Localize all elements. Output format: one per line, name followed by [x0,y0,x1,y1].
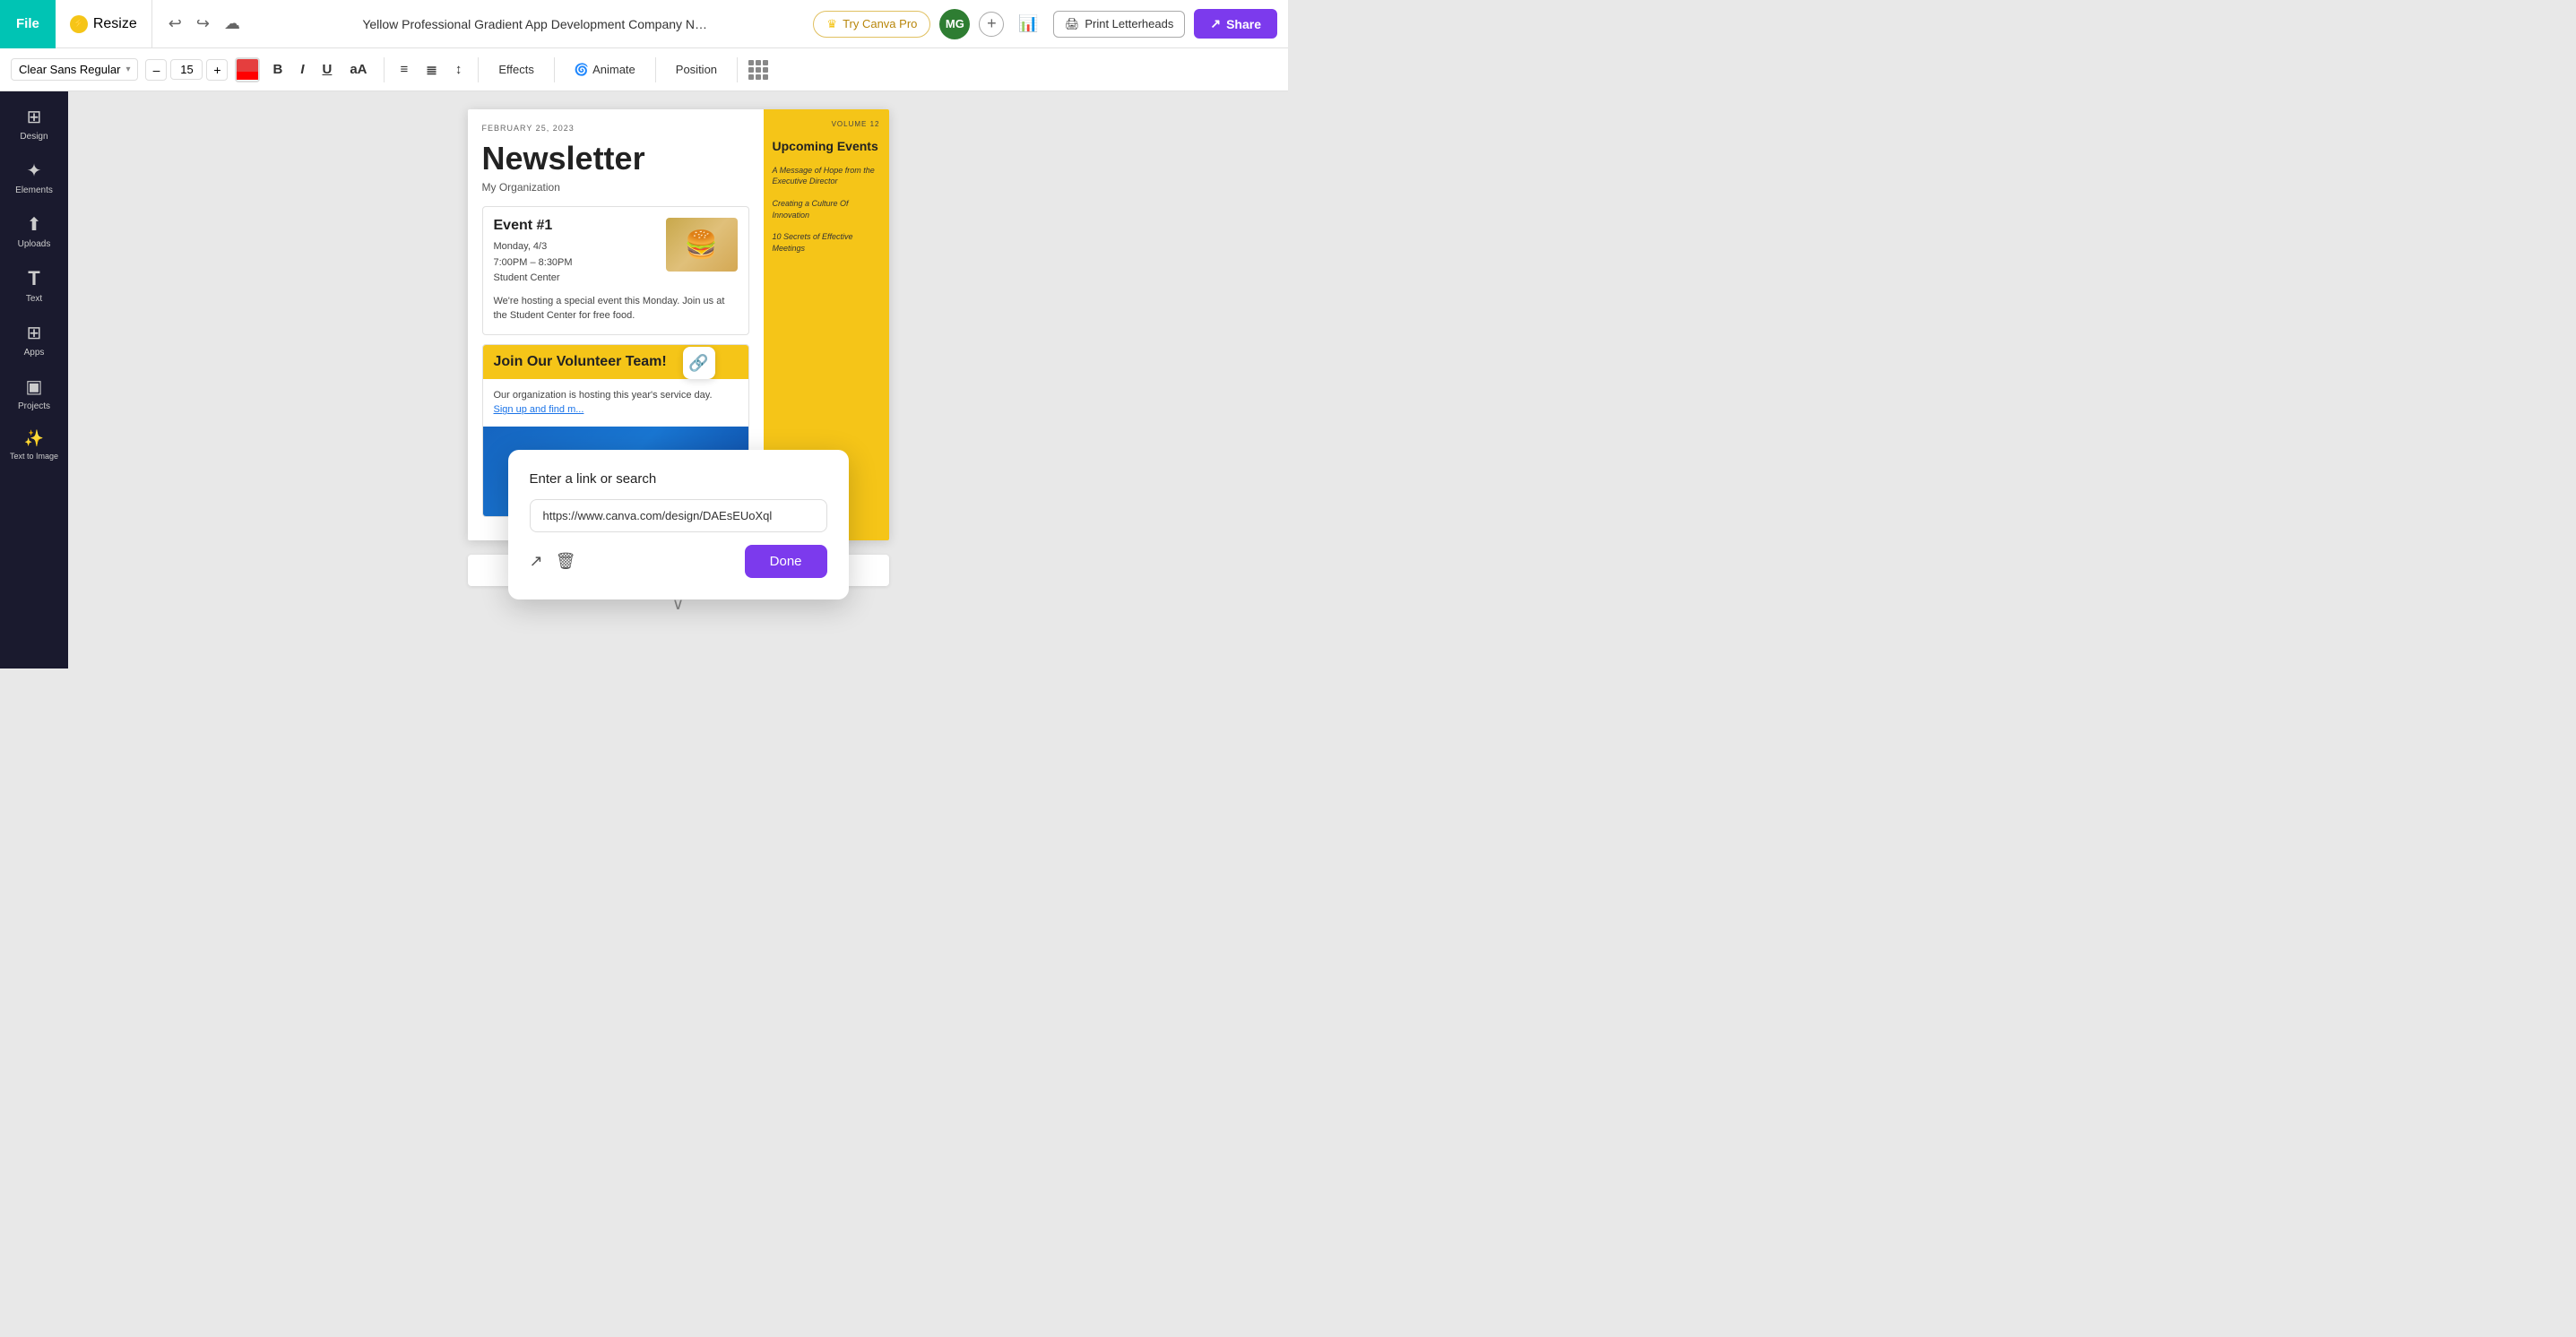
chevron-down-icon: ▾ [125,65,130,74]
projects-icon: ▣ [26,375,43,398]
line-height-button[interactable]: ↕ [450,58,468,81]
crown-icon: ♛ [826,17,837,31]
link-popup-title: Enter a link or search [530,471,827,487]
event-1-info: Event #1 Monday, 4/3 7:00PM – 8:30PM Stu… [494,218,573,287]
separator-3 [554,57,555,82]
analytics-button[interactable]: 📊 [1013,9,1043,39]
align-center-button[interactable]: ≣ [420,58,443,82]
formatting-toolbar: Clear Sans Regular ▾ – + B I U aA ≡ ≣ ↕ … [0,48,1288,91]
underline-button[interactable]: U [317,58,338,81]
text-icon: T [28,267,39,290]
newsletter-wrapper: 🔗 FEBRUARY 25, 2023 Newsletter My Organi… [468,109,889,540]
sidebar-item-text-to-image[interactable]: ✨ Text to Image [4,422,65,468]
sidebar-item-text[interactable]: T Text [4,260,65,311]
undo-redo-actions: ↩ ↪ ☁ [152,9,256,39]
canvas-area[interactable]: 🔗 FEBRUARY 25, 2023 Newsletter My Organi… [68,91,1288,668]
italic-button[interactable]: I [295,58,309,81]
decrease-font-size-button[interactable]: – [145,59,167,81]
redo-button[interactable]: ↪ [191,9,215,39]
separator-2 [478,57,479,82]
volunteer-link[interactable]: Sign up and find m... [494,404,584,415]
resize-label: Resize [93,16,137,32]
event-1-location: Student Center [494,271,573,287]
text-size-button[interactable]: aA [344,58,372,81]
volunteer-text: Our organization is hosting this year's … [494,390,713,401]
increase-font-size-button[interactable]: + [206,59,228,81]
try-pro-button[interactable]: ♛ Try Canva Pro [813,11,930,38]
color-swatch-underline [237,72,258,81]
newsletter-title[interactable]: Newsletter [482,140,749,177]
separator-4 [655,57,656,82]
add-account-button[interactable]: + [979,12,1004,37]
sidebar-item-design[interactable]: ⊞ Design [4,99,65,149]
resize-icon: ⚡ [70,15,88,33]
sidebar-item-elements[interactable]: ✦ Elements [4,152,65,203]
share-icon: ↗ [1210,16,1221,31]
text-to-image-icon: ✨ [24,429,44,448]
avatar[interactable]: MG [939,9,970,39]
animate-icon: 🌀 [575,63,589,77]
done-button[interactable]: Done [745,545,827,578]
newsletter-org: My Organization [482,181,749,194]
sidebar-article-1: A Message of Hope from the Executive Dir… [773,165,880,187]
sidebar-item-apps[interactable]: ⊞ Apps [4,315,65,365]
open-link-button[interactable]: ↗ [530,552,543,571]
sidebar-item-uploads[interactable]: ⬆ Uploads [4,206,65,256]
color-swatch-fill [237,59,258,72]
position-button[interactable]: Position [667,59,726,80]
effects-button[interactable]: Effects [489,59,543,80]
event-1-box: Event #1 Monday, 4/3 7:00PM – 8:30PM Stu… [482,206,749,335]
font-family-select[interactable]: Clear Sans Regular ▾ [11,58,138,81]
text-color-swatch[interactable] [235,57,260,82]
font-size-input[interactable] [170,59,203,80]
newsletter-date: FEBRUARY 25, 2023 [482,124,749,133]
event-1-time: 7:00PM – 8:30PM [494,255,573,272]
event-1-header: Event #1 Monday, 4/3 7:00PM – 8:30PM Stu… [494,218,738,287]
event-1-title: Event #1 [494,218,573,234]
sidebar-article-3: 10 Secrets of Effective Meetings [773,231,880,254]
sidebar-article-2: Creating a Culture Of Innovation [773,198,880,220]
volume-label: VOLUME 12 [773,120,880,128]
print-icon: 🖨 [1065,17,1080,31]
bold-button[interactable]: B [267,58,288,81]
resize-button[interactable]: ⚡ Resize [56,0,152,48]
animate-button[interactable]: 🌀 Animate [566,59,644,81]
elements-icon: ✦ [27,160,42,182]
undo-button[interactable]: ↩ [163,9,187,39]
main-layout: ⊞ Design ✦ Elements ⬆ Uploads T Text ⊞ A… [0,91,1288,668]
sidebar-item-projects[interactable]: ▣ Projects [4,368,65,418]
font-size-control: – + [145,59,228,81]
align-left-button[interactable]: ≡ [395,58,414,81]
link-icon-actions: ↗ 🗑 [530,552,576,571]
separator-5 [737,57,738,82]
link-input[interactable] [530,499,827,532]
food-image-placeholder: 🍔 [685,229,718,261]
separator [384,57,385,82]
grid-display-icon [748,60,768,80]
volunteer-body: Our organization is hosting this year's … [483,379,748,427]
event-1-description: We're hosting a special event this Monda… [494,294,738,323]
design-icon: ⊞ [27,106,42,128]
top-bar: File ⚡ Resize ↩ ↪ ☁ Yellow Professional … [0,0,1288,48]
link-popup-actions: ↗ 🗑 Done [530,545,827,578]
share-button[interactable]: ↗ Share [1194,9,1277,39]
left-sidebar: ⊞ Design ✦ Elements ⬆ Uploads T Text ⊞ A… [0,91,68,668]
top-bar-right: ♛ Try Canva Pro MG + 📊 🖨 Print Letterhea… [813,9,1288,39]
link-float-icon[interactable]: 🔗 [683,347,715,379]
cloud-save-button[interactable]: ☁ [219,9,246,39]
apps-icon: ⊞ [27,322,42,344]
link-popup: Enter a link or search ↗ 🗑 Done [508,450,849,599]
file-menu[interactable]: File [0,0,56,48]
event-1-date: Monday, 4/3 [494,239,573,255]
event-1-image: 🍔 [666,218,738,272]
delete-link-button[interactable]: 🗑 [556,552,576,571]
print-letterheads-button[interactable]: 🖨 Print Letterheads [1053,11,1186,38]
document-title: Yellow Professional Gradient App Develop… [256,17,813,31]
upcoming-events-title: Upcoming Events [773,139,880,154]
uploads-icon: ⬆ [27,213,42,236]
